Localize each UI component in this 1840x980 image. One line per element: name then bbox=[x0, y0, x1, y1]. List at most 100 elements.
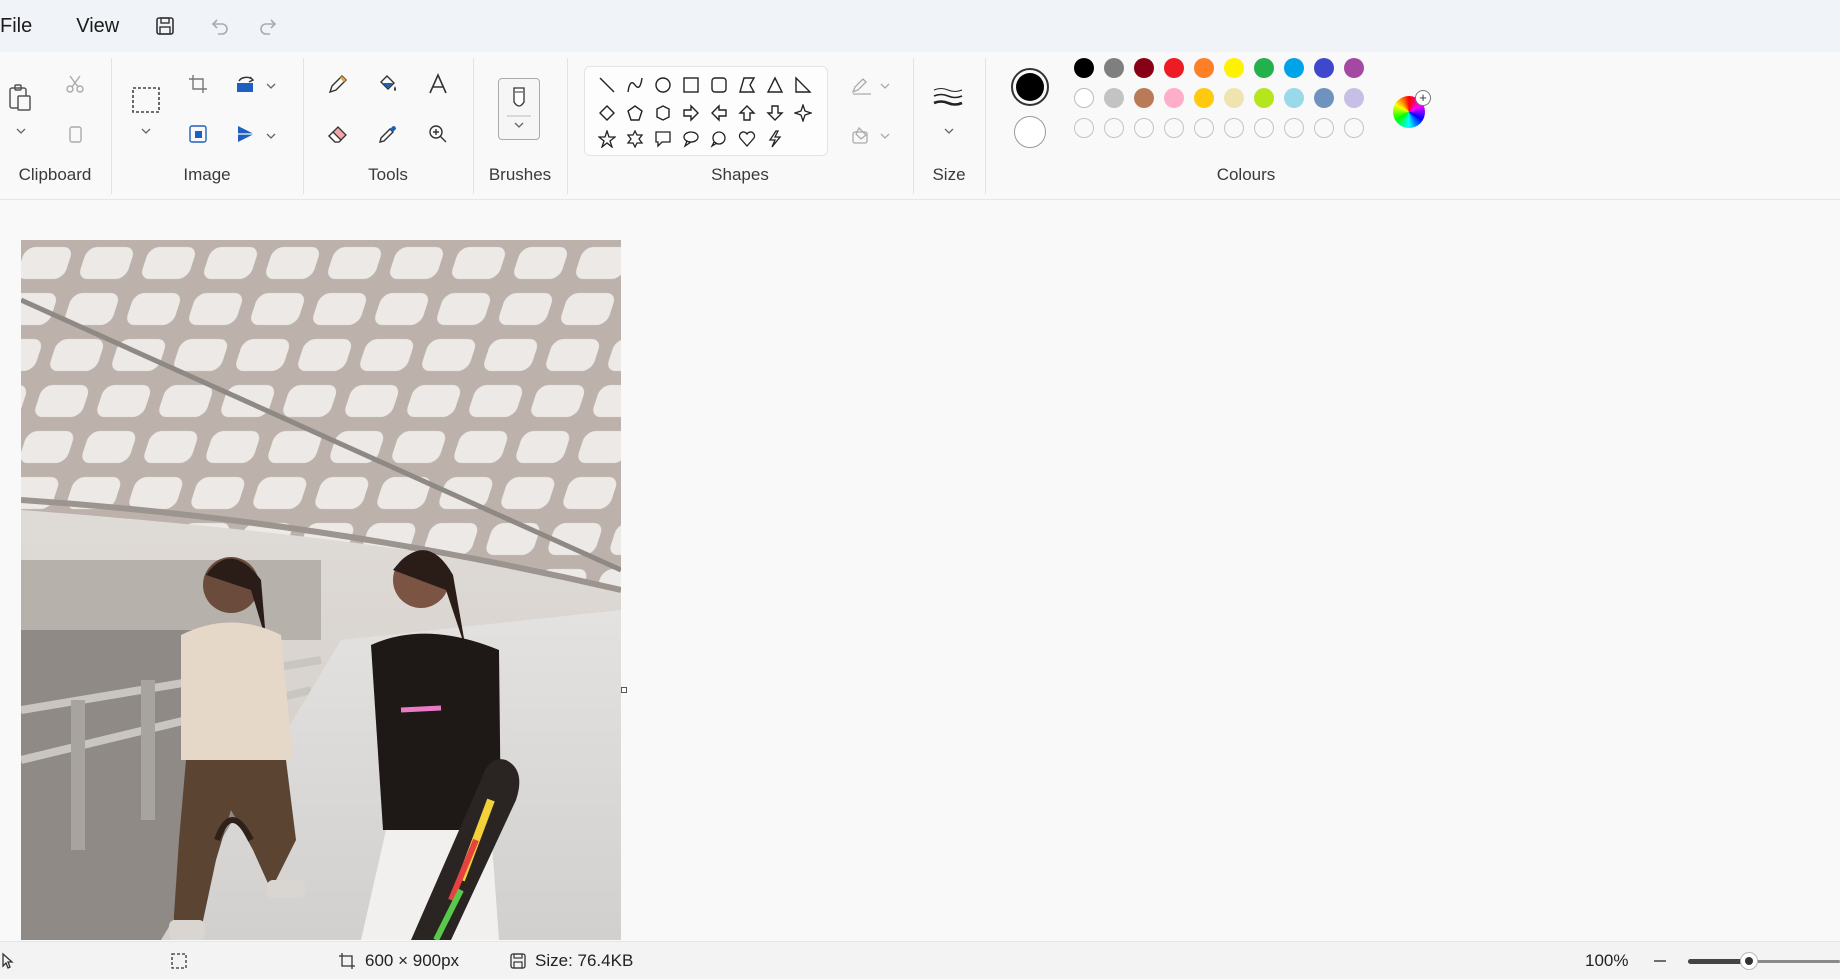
colour-swatch[interactable] bbox=[1104, 88, 1124, 108]
colour-swatch[interactable] bbox=[1074, 88, 1094, 108]
canvas-area[interactable] bbox=[0, 201, 1840, 941]
fill-bucket-icon[interactable] bbox=[370, 66, 406, 102]
custom-colour-slot[interactable] bbox=[1134, 118, 1154, 138]
redo-icon[interactable] bbox=[249, 6, 289, 46]
cloud-callout-shape-icon[interactable] bbox=[707, 127, 731, 151]
rotate-icon[interactable] bbox=[228, 66, 264, 102]
colour-swatch[interactable] bbox=[1224, 88, 1244, 108]
right-triangle-shape-icon[interactable] bbox=[791, 73, 815, 97]
magnifier-icon[interactable] bbox=[420, 116, 456, 152]
colour-swatch[interactable] bbox=[1164, 88, 1184, 108]
flip-icon[interactable] bbox=[228, 116, 264, 152]
pencil-icon[interactable] bbox=[320, 66, 356, 102]
chevron-down-icon[interactable] bbox=[139, 124, 153, 138]
file-menu[interactable]: File bbox=[0, 6, 40, 46]
colour-swatch[interactable] bbox=[1164, 58, 1184, 78]
canvas-resize-handle[interactable] bbox=[621, 687, 627, 693]
chevron-down-icon[interactable] bbox=[878, 79, 892, 93]
chevron-down-icon[interactable] bbox=[14, 124, 28, 138]
lightning-shape-icon[interactable] bbox=[763, 127, 787, 151]
down-arrow-shape-icon[interactable] bbox=[763, 101, 787, 125]
custom-colour-slot[interactable] bbox=[1104, 118, 1124, 138]
colour-swatch[interactable] bbox=[1254, 88, 1274, 108]
custom-colour-slot[interactable] bbox=[1074, 118, 1094, 138]
zoom-level[interactable]: 100% bbox=[1585, 942, 1628, 980]
colour-swatch[interactable] bbox=[1134, 58, 1154, 78]
pentagon-shape-icon[interactable] bbox=[623, 101, 647, 125]
color-picker-icon[interactable] bbox=[370, 116, 406, 152]
file-size-icon bbox=[510, 942, 526, 980]
polygon-shape-icon[interactable] bbox=[735, 73, 759, 97]
colour-swatch[interactable] bbox=[1104, 58, 1124, 78]
oval-callout-shape-icon[interactable] bbox=[679, 127, 703, 151]
paste-icon[interactable] bbox=[2, 80, 38, 116]
save-icon[interactable] bbox=[145, 6, 185, 46]
select-icon[interactable] bbox=[128, 82, 164, 118]
tools-label: Tools bbox=[368, 165, 408, 184]
text-icon[interactable] bbox=[420, 66, 456, 102]
crop-icon[interactable] bbox=[180, 66, 216, 102]
undo-icon[interactable] bbox=[199, 6, 239, 46]
cut-icon[interactable] bbox=[57, 66, 93, 102]
colour-swatch[interactable] bbox=[1344, 58, 1364, 78]
oval-shape-icon[interactable] bbox=[651, 73, 675, 97]
custom-colour-slot[interactable] bbox=[1284, 118, 1304, 138]
hexagon-shape-icon[interactable] bbox=[651, 101, 675, 125]
edit-colours-icon[interactable]: + bbox=[1393, 90, 1431, 128]
copy-icon[interactable] bbox=[57, 116, 93, 152]
zoom-out-icon[interactable] bbox=[1652, 942, 1668, 980]
custom-colour-slot[interactable] bbox=[1344, 118, 1364, 138]
chevron-down-icon[interactable] bbox=[942, 124, 956, 138]
resize-icon[interactable] bbox=[180, 116, 216, 152]
curve-shape-icon[interactable] bbox=[623, 73, 647, 97]
rounded-rectangle-shape-icon[interactable] bbox=[707, 73, 731, 97]
rectangular-callout-shape-icon[interactable] bbox=[651, 127, 675, 151]
brush-icon[interactable] bbox=[498, 78, 540, 140]
colour-swatch[interactable] bbox=[1194, 88, 1214, 108]
six-point-star-shape-icon[interactable] bbox=[623, 127, 647, 151]
custom-colour-slot[interactable] bbox=[1224, 118, 1244, 138]
triangle-shape-icon[interactable] bbox=[763, 73, 787, 97]
colour-swatch[interactable] bbox=[1284, 58, 1304, 78]
colour-swatch[interactable] bbox=[1254, 58, 1274, 78]
colour-swatch[interactable] bbox=[1314, 58, 1334, 78]
chevron-down-icon[interactable] bbox=[264, 129, 278, 143]
primary-colour[interactable] bbox=[1011, 68, 1049, 106]
rectangle-shape-icon[interactable] bbox=[679, 73, 703, 97]
colour-swatch[interactable] bbox=[1194, 58, 1214, 78]
five-point-star-shape-icon[interactable] bbox=[595, 127, 619, 151]
image-group: Image bbox=[112, 52, 302, 200]
custom-colour-slot[interactable] bbox=[1194, 118, 1214, 138]
diamond-shape-icon[interactable] bbox=[595, 101, 619, 125]
right-arrow-shape-icon[interactable] bbox=[679, 101, 703, 125]
brushes-label: Brushes bbox=[488, 165, 552, 184]
outline-icon[interactable] bbox=[844, 68, 880, 104]
custom-colour-slot[interactable] bbox=[1254, 118, 1274, 138]
four-point-star-shape-icon[interactable] bbox=[791, 101, 815, 125]
canvas-dimensions: 600 × 900px bbox=[365, 951, 460, 970]
eraser-icon[interactable] bbox=[320, 116, 356, 152]
secondary-colour[interactable] bbox=[1014, 116, 1046, 148]
colour-swatch[interactable] bbox=[1344, 88, 1364, 108]
fill-icon[interactable] bbox=[844, 118, 880, 154]
custom-colour-slot[interactable] bbox=[1164, 118, 1184, 138]
chevron-down-icon[interactable] bbox=[264, 79, 278, 93]
colour-swatch[interactable] bbox=[1074, 58, 1094, 78]
colour-swatch[interactable] bbox=[1224, 58, 1244, 78]
tools-group: Tools bbox=[304, 52, 472, 200]
view-menu[interactable]: View bbox=[68, 6, 127, 46]
canvas-image[interactable] bbox=[21, 240, 621, 940]
colour-swatch[interactable] bbox=[1284, 88, 1304, 108]
left-arrow-shape-icon[interactable] bbox=[707, 101, 731, 125]
heart-shape-icon[interactable] bbox=[735, 127, 759, 151]
brushes-group: Brushes bbox=[474, 52, 566, 200]
custom-colour-slot[interactable] bbox=[1314, 118, 1334, 138]
up-arrow-shape-icon[interactable] bbox=[735, 101, 759, 125]
colour-swatch[interactable] bbox=[1314, 88, 1334, 108]
line-shape-icon[interactable] bbox=[595, 73, 619, 97]
chevron-down-icon[interactable] bbox=[878, 129, 892, 143]
file-size: Size: 76.4KB bbox=[535, 951, 634, 970]
stroke-size-icon[interactable] bbox=[930, 80, 966, 116]
colour-swatch[interactable] bbox=[1134, 88, 1154, 108]
zoom-slider-thumb[interactable] bbox=[1739, 952, 1758, 970]
